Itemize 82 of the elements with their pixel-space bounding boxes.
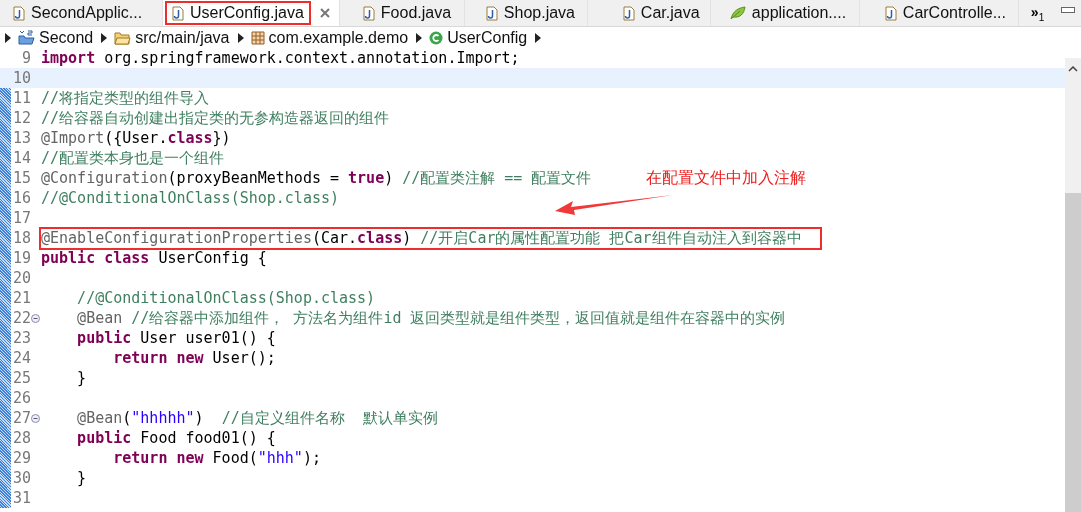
close-icon[interactable] [318,7,331,19]
line-number: 19 [11,249,31,267]
line-number: 13 [11,129,31,147]
editor-tab[interactable]: application.... [710,0,860,26]
chevron-icon[interactable] [237,32,244,43]
line-number: 14 [11,149,31,167]
scroll-up-icon[interactable] [1068,66,1078,72]
line-number: 25 [11,369,31,387]
code-line: public class UserConfig { [40,248,268,269]
leaf-icon [729,6,746,20]
class-icon [429,30,444,45]
tab-label: UserConfig.java [190,4,304,22]
chevron-icon[interactable] [535,32,542,43]
line-number: 16 [11,189,31,207]
tab-label: SecondApplic... [31,4,143,22]
annotation-note: 在配置文件中加入注解 [646,168,806,189]
breadcrumb-item[interactable]: Second [18,28,94,47]
folder-icon [114,30,132,45]
line-number: 10 [11,69,31,87]
tab-label: Shop.java [503,4,575,22]
code-line: //配置类本身也是一个组件 [40,147,226,169]
java-file-icon [13,5,25,21]
java-file-icon [884,5,897,21]
chevron-icon[interactable] [101,32,108,43]
line-number: 11 [11,89,31,107]
line-number: 22 [11,309,31,327]
line-number: 28 [11,429,31,447]
code-line: import org.springframework.context.annotation.Import; [40,48,521,69]
java-file-icon [172,5,184,21]
more-tabs-button[interactable]: »$_{1}$ [1030,3,1045,23]
chevron-icon[interactable] [5,32,11,43]
line-number: 15 [11,169,31,187]
line-number: 18 [11,229,31,247]
line-number: 27 [11,409,31,427]
java-file-icon [362,5,375,21]
code-line: //@ConditionalOnClass(Shop.class) [76,288,377,309]
tab-label: Car.java [640,4,700,22]
line-number: 23 [11,329,31,347]
package-icon [250,30,265,45]
editor-tab[interactable]: CarControlle... [859,0,1019,26]
code-line: @Bean("hhhhh") //自定义组件名称 默认单实例 [76,407,439,429]
code-line: return new User(); [112,348,277,369]
tab-label: application.... [751,4,847,22]
code-line: //给容器自动创建出指定类的无参构造器返回的组件 [40,107,391,129]
code-line: //将指定类型的组件导入 [40,87,211,109]
collapse-icon[interactable] [31,413,40,423]
scrollbar-thumb[interactable] [1065,193,1081,512]
editor-tab[interactable]: Shop.java [464,0,588,26]
code-line: //@ConditionalOnClass(Shop.class) [40,188,340,209]
code-line: public Food food01() { [76,428,277,449]
breadcrumb-item[interactable]: UserConfig [429,28,528,47]
line-number: 21 [11,289,31,307]
code-line: @Import({User.class}) [40,128,232,149]
editor-tab[interactable]: Car.java [587,0,711,26]
code-line: public User user01() { [76,328,277,349]
line-number: 31 [11,489,31,507]
line-number: 20 [11,269,31,287]
code-line: return new Food("hhh"); [112,448,322,469]
editor-tab[interactable]: UserConfig.java [163,0,340,26]
chevron-icon[interactable] [416,32,423,43]
project-icon [18,30,35,45]
line-number: 17 [11,209,31,227]
line-number: 24 [11,349,31,367]
tab-label: CarControlle... [902,4,1006,22]
line-number: 9 [20,49,31,67]
editor-tab[interactable]: Food.java [339,0,465,26]
breadcrumb-item[interactable]: src/main/java [114,28,230,47]
line-number: 29 [11,449,31,467]
java-file-icon [485,5,498,21]
line-number: 12 [11,109,31,127]
code-line: @Configuration(proxyBeanMethods = true) //配置类注解 == 配置文件 [40,167,593,189]
code-line: @Bean //给容器中添加组件， 方法名为组件id 返回类型就是组件类型，返回值就是组件在容器中的实例 [76,307,787,329]
scrollbar[interactable] [1065,58,1081,512]
code-line: } [76,468,88,489]
minimize-icon[interactable] [1061,7,1075,13]
java-file-icon [622,5,635,21]
line-number: 30 [11,469,31,487]
collapse-icon[interactable] [31,313,40,323]
line-number: 26 [11,389,31,407]
tab-label: Food.java [380,4,452,22]
code-line: } [76,368,88,389]
breadcrumb-item[interactable]: com.example.demo [250,28,409,47]
